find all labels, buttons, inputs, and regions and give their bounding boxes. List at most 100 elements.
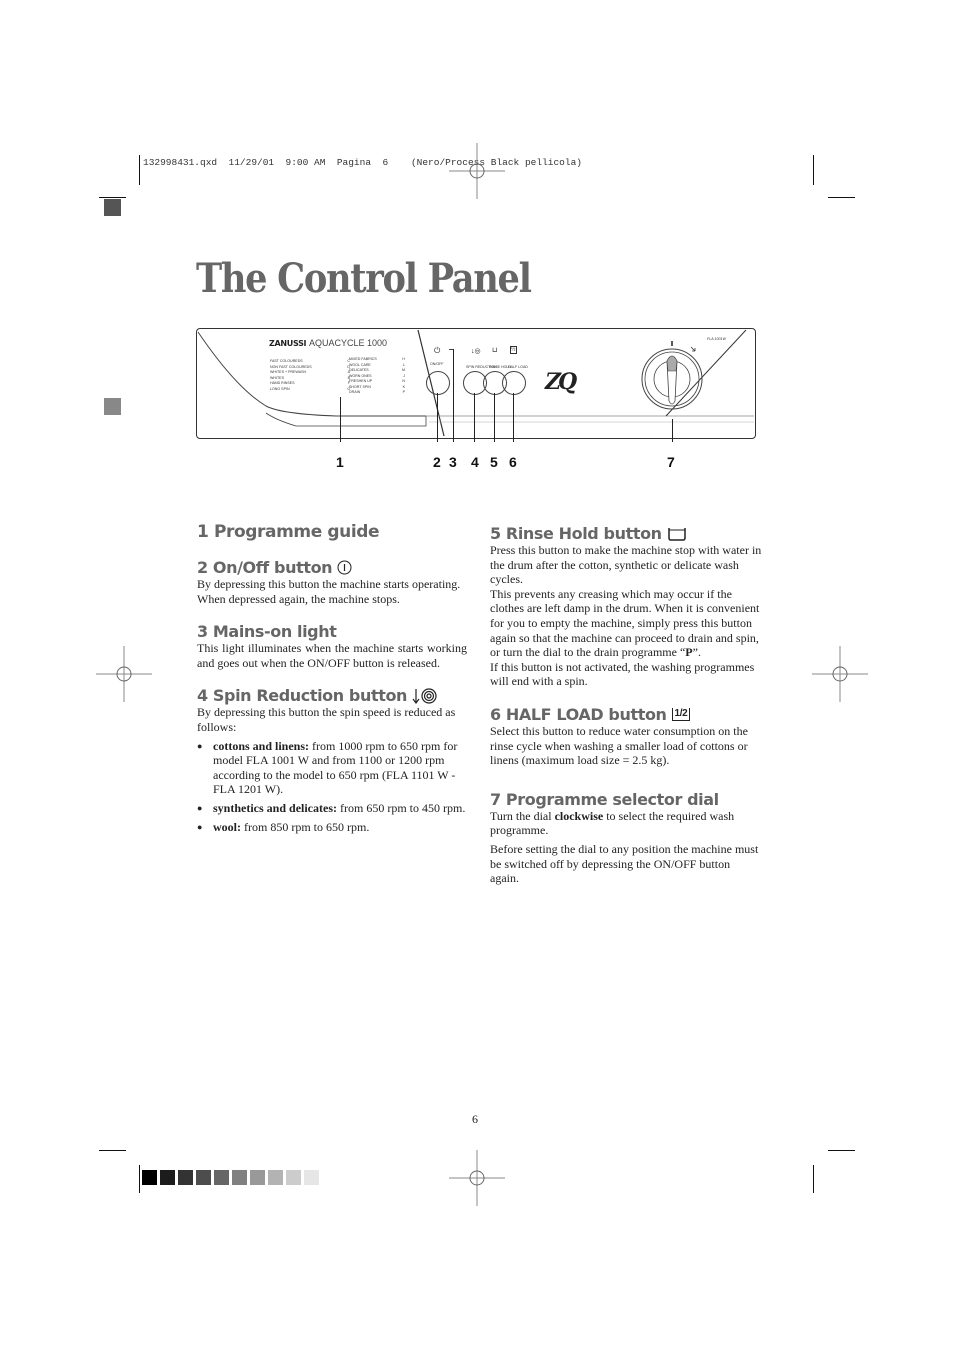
registration-mark-icon bbox=[812, 646, 868, 702]
callout-leader bbox=[340, 397, 341, 442]
callout-number: 1 bbox=[336, 454, 344, 470]
crop-mark bbox=[813, 1165, 814, 1193]
spin-reduction-icon: ↓◎ bbox=[471, 347, 481, 355]
text-run: ”. bbox=[692, 645, 701, 660]
section-text: This prevents any creasing which may occ… bbox=[490, 587, 762, 660]
programme-guide-right: MIXED FABRICS H WOOL CARE L DELICATES M WOR… bbox=[349, 357, 405, 396]
callout-number: 6 bbox=[509, 454, 517, 470]
half-load-icon: 1/2 bbox=[671, 707, 691, 721]
section-heading: 5 Rinse Hold button bbox=[490, 524, 762, 543]
bullet-label: wool: bbox=[213, 819, 241, 834]
crop-mark bbox=[139, 1165, 140, 1193]
heading-text: 4 Spin Reduction button bbox=[197, 686, 408, 706]
rinse-hold-icon bbox=[667, 528, 686, 541]
colorbar-swatch bbox=[286, 1170, 301, 1185]
heading-text: 3 Mains-on light bbox=[197, 622, 337, 642]
section-text: By depressing this button the machine st… bbox=[197, 577, 461, 606]
callout-number: 7 bbox=[667, 454, 675, 470]
section-text: Turn the dial clockwise to select the re… bbox=[490, 809, 762, 838]
colorbar-swatch bbox=[142, 1170, 157, 1185]
bullet-text: from 650 rpm to 450 rpm. bbox=[337, 800, 466, 815]
text-run: Turn the dial bbox=[490, 808, 555, 823]
programme-name: DRAIN bbox=[349, 390, 361, 394]
colorbar-swatch bbox=[160, 1170, 175, 1185]
section-heading: 1 Programme guide bbox=[197, 522, 467, 542]
section-text: This light illuminates when the machine … bbox=[197, 641, 467, 670]
callout-leader bbox=[513, 393, 514, 442]
section-heading: 6 HALF LOAD button 1/2 bbox=[490, 705, 762, 724]
print-marker-square bbox=[104, 398, 121, 415]
bullet-label: cottons and linens: bbox=[213, 738, 310, 753]
section-text: Before setting the dial to any position … bbox=[490, 841, 759, 886]
page-number: 6 bbox=[472, 1112, 478, 1126]
section-text: Select this button to reduce water consu… bbox=[490, 723, 748, 768]
power-icon: ⏻ bbox=[434, 346, 441, 355]
crop-mark bbox=[828, 197, 855, 198]
onoff-button[interactable] bbox=[426, 371, 450, 395]
callout-number: 4 bbox=[471, 454, 479, 470]
registration-mark-icon bbox=[96, 646, 152, 702]
crop-mark bbox=[828, 1150, 855, 1151]
section-heading: 2 On/Off button bbox=[197, 558, 467, 577]
onoff-label: ON/OFF bbox=[430, 362, 444, 366]
callout-number: 5 bbox=[490, 454, 498, 470]
model-name: AQUACYCLE 1000 bbox=[309, 338, 388, 348]
programme-name: LONG SPIN bbox=[270, 386, 290, 391]
section-text: By depressing this button the spin speed… bbox=[197, 705, 456, 734]
printer-slug: 132998431.qxd 11/29/01 9:00 AM Pagina 6 … bbox=[143, 157, 582, 168]
power-icon bbox=[337, 560, 352, 575]
bullet-label: synthetics and delicates: bbox=[213, 800, 337, 815]
section-text: If this button is not activated, the was… bbox=[490, 659, 755, 689]
heading-text: 2 On/Off button bbox=[197, 558, 333, 577]
colorbar-swatch bbox=[178, 1170, 193, 1185]
list-item: synthetics and delicates: from 650 rpm t… bbox=[197, 801, 467, 816]
colorbar-swatch bbox=[304, 1170, 319, 1185]
crop-mark bbox=[99, 197, 126, 198]
half-load-icon: ½ bbox=[510, 346, 517, 354]
section-heading: 7 Programme selector dial bbox=[490, 790, 762, 809]
bullet-text: from 850 rpm to 650 rpm. bbox=[241, 819, 370, 834]
print-marker-square bbox=[104, 199, 121, 216]
text-run: P bbox=[685, 645, 693, 660]
spin-reduction-icon bbox=[412, 688, 437, 704]
colorbar-swatch bbox=[214, 1170, 229, 1185]
right-column: 5 Rinse Hold button Press this button to… bbox=[490, 524, 762, 886]
callout-number: 3 bbox=[449, 454, 457, 470]
crop-mark bbox=[139, 155, 140, 185]
rinse-hold-icon: ⊔ bbox=[492, 346, 498, 354]
crop-mark bbox=[813, 155, 814, 185]
section-heading: 3 Mains-on light bbox=[197, 622, 467, 641]
registration-mark-icon bbox=[449, 143, 505, 199]
colorbar-swatch bbox=[268, 1170, 283, 1185]
spin-speed-list: cottons and linens: from 1000 rpm to 650… bbox=[197, 739, 467, 835]
programme-guide-left: FAST COLOUREDS C NON FAST COLOUREDS D WHIT… bbox=[270, 359, 350, 392]
brand-logo: ZANUSSI bbox=[269, 339, 307, 348]
callout-leader bbox=[672, 419, 673, 442]
colorbar-swatch bbox=[232, 1170, 247, 1185]
list-item: cottons and linens: from 1000 rpm to 650… bbox=[197, 739, 467, 797]
text-run: This prevents any creasing which may occ… bbox=[490, 586, 760, 660]
list-item: wool: from 850 rpm to 650 rpm. bbox=[197, 820, 467, 835]
registration-mark-icon bbox=[449, 1150, 505, 1206]
section-heading: 4 Spin Reduction button bbox=[197, 686, 467, 705]
callout-leader bbox=[494, 393, 495, 442]
heading-text: 5 Rinse Hold button bbox=[490, 524, 662, 543]
callout-leader bbox=[474, 393, 475, 442]
callout-number: 2 bbox=[433, 454, 441, 470]
crop-mark bbox=[99, 1150, 126, 1151]
colorbar-swatch bbox=[196, 1170, 211, 1185]
heading-text: 6 HALF LOAD button bbox=[490, 704, 667, 724]
callout-leader bbox=[453, 349, 454, 442]
half-load-label: HALF LOAD bbox=[508, 365, 528, 369]
section-text: Press this button to make the machine st… bbox=[490, 543, 762, 587]
colorbar-swatch bbox=[250, 1170, 265, 1185]
programme-selector-dial[interactable] bbox=[637, 341, 707, 413]
zq-logo: ZQ bbox=[545, 369, 577, 395]
programme-code: P bbox=[402, 390, 405, 394]
half-load-button[interactable] bbox=[502, 371, 526, 395]
heading-text: 7 Programme selector dial bbox=[490, 789, 719, 809]
page-title: The Control Panel bbox=[196, 255, 532, 302]
left-column: 1 Programme guide 2 On/Off button By dep… bbox=[197, 522, 467, 838]
callout-leader bbox=[437, 393, 438, 442]
control-panel-illustration: ZANUSSI AQUACYCLE 1000 FLA 1001W FAST CO… bbox=[196, 328, 756, 442]
